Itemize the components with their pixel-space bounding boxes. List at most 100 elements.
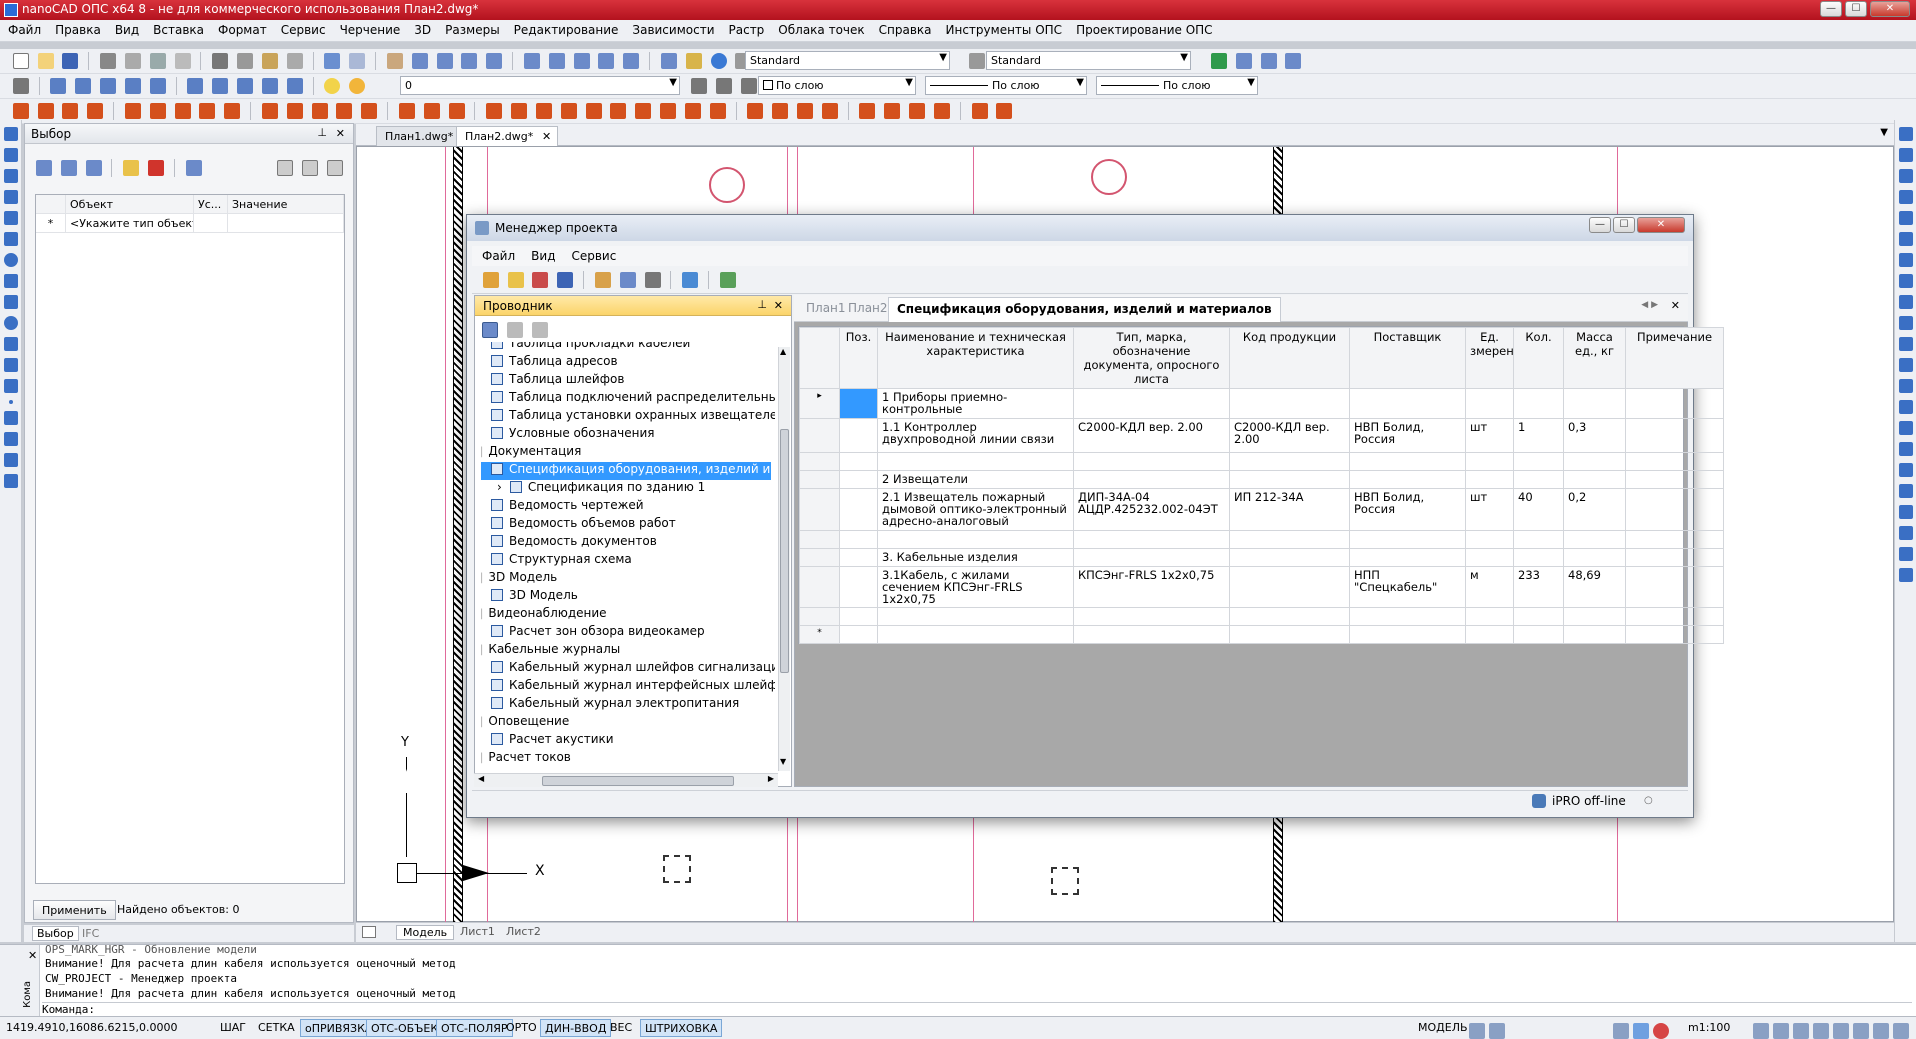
extend-icon[interactable]	[1898, 337, 1913, 351]
menu-item[interactable]: Вид	[107, 20, 145, 37]
move-down-icon[interactable]	[531, 322, 548, 338]
no-entry-icon[interactable]	[1653, 1023, 1669, 1039]
table-cell[interactable]: 0,2	[1563, 488, 1626, 531]
table-cell[interactable]	[1513, 470, 1564, 489]
scroll-thumb[interactable]	[542, 776, 734, 786]
report-icon[interactable]	[619, 272, 636, 288]
menu-item[interactable]: Формат	[210, 20, 273, 37]
tree-item[interactable]: │ Документация	[479, 444, 771, 462]
snap-icon-6[interactable]	[187, 78, 204, 94]
sheet-icon[interactable]	[623, 53, 640, 69]
lock-icon[interactable]	[1489, 1023, 1505, 1039]
ops-icon-4[interactable]	[1285, 53, 1302, 69]
tab-sheet1[interactable]: Лист1	[454, 925, 501, 938]
menu-item[interactable]: Черчение	[332, 20, 407, 37]
table-cell[interactable]: шт	[1465, 418, 1514, 453]
tree-item[interactable]: │ Оповещение	[479, 714, 771, 732]
tab-ifc[interactable]: IFC	[82, 927, 99, 940]
ops-tool-icon-6[interactable]	[610, 103, 627, 119]
redo-view-icon[interactable]	[1873, 1023, 1889, 1039]
tree-item[interactable]: │ Кабельные журналы	[479, 642, 771, 660]
table-cell[interactable]: 2.1 Извещатель пожарный дымовой оптико-э…	[877, 488, 1074, 531]
table-cell[interactable]	[839, 625, 878, 644]
menu-item[interactable]: 3D	[406, 20, 437, 37]
ops-tool-icon-15[interactable]	[859, 103, 876, 119]
redo-icon[interactable]	[349, 53, 366, 69]
tree-item[interactable]: Кабельный журнал шлейфов сигнализации	[481, 660, 775, 678]
delete-icon[interactable]	[148, 160, 165, 176]
circle-icon[interactable]	[3, 253, 18, 267]
move-up-icon[interactable]	[506, 322, 523, 338]
tree-item[interactable]: Ведомость объемов работ	[481, 516, 771, 534]
table-cell[interactable]	[839, 388, 878, 419]
table-cell[interactable]	[839, 548, 878, 567]
layer-tool-icon[interactable]	[12, 78, 29, 94]
ops-device-icon-2[interactable]	[37, 103, 54, 119]
table-cell[interactable]: С2000-КДЛ вер. 2.00	[1073, 418, 1230, 453]
table-cell[interactable]	[1625, 452, 1724, 471]
table-cell[interactable]	[1563, 625, 1626, 644]
layers-icon[interactable]	[598, 53, 615, 69]
table-cell[interactable]	[1625, 625, 1724, 644]
apply-button[interactable]: Применить	[33, 900, 116, 920]
point-icon[interactable]	[8, 400, 13, 404]
table-cell[interactable]	[1563, 388, 1626, 419]
tree-item[interactable]: │ Видеонаблюдение	[479, 606, 771, 624]
scroll-left-icon[interactable]: ◀	[478, 774, 484, 783]
menu-item[interactable]: Облака точек	[770, 20, 870, 37]
markup-icon[interactable]	[685, 53, 702, 69]
row-header[interactable]	[799, 470, 840, 489]
table-cell[interactable]	[1625, 418, 1724, 453]
table-row[interactable]: 1.1 Контроллер двухпроводной линии связи…	[799, 418, 1724, 453]
table-cell[interactable]	[1563, 470, 1626, 489]
column-header[interactable]: Масса ед., кг	[1563, 327, 1626, 389]
table-row[interactable]: *	[799, 625, 1724, 644]
dim-linear-icon[interactable]	[1898, 463, 1913, 477]
ops-device-icon-9[interactable]	[224, 103, 241, 119]
zoom-window-icon[interactable]	[436, 53, 453, 69]
detector-symbol[interactable]	[663, 855, 691, 883]
ops-icon-1[interactable]	[1211, 53, 1227, 69]
tree-item[interactable]: 3D Модель	[481, 588, 771, 606]
save-project-icon[interactable]	[557, 272, 574, 288]
table-cell[interactable]	[1465, 548, 1514, 567]
new-icon[interactable]	[12, 53, 29, 69]
expand-icon[interactable]: ›	[497, 480, 502, 494]
stretch-icon[interactable]	[1898, 295, 1913, 309]
ops-device-icon-11[interactable]	[286, 103, 303, 119]
dim-radius-icon[interactable]	[1898, 505, 1913, 519]
break-icon[interactable]	[1898, 358, 1913, 372]
table-cell[interactable]: 0,3	[1563, 418, 1626, 453]
tab-sheet2[interactable]: Лист2	[500, 925, 547, 938]
mode-add-icon[interactable]	[277, 160, 294, 176]
ops-tool-icon-4[interactable]	[560, 103, 577, 119]
table-cell[interactable]	[1625, 548, 1724, 567]
ops-tool-icon-7[interactable]	[635, 103, 652, 119]
pan-icon[interactable]	[386, 53, 403, 69]
table-cell[interactable]: 233	[1513, 566, 1564, 608]
table-row[interactable]: 3. Кабельные изделия	[799, 548, 1724, 567]
ops-tool-icon-17[interactable]	[909, 103, 926, 119]
move-icon[interactable]	[1898, 232, 1913, 246]
table-cell[interactable]	[1349, 388, 1466, 419]
row-header[interactable]	[799, 548, 840, 567]
tool-palette-icon[interactable]	[573, 53, 590, 69]
table-cell[interactable]	[1349, 530, 1466, 549]
table-cell[interactable]	[1513, 625, 1564, 644]
table-row[interactable]	[799, 452, 1724, 471]
ellipse-icon[interactable]	[3, 316, 18, 330]
detector-symbol[interactable]	[1091, 159, 1127, 195]
status-toggle[interactable]: ШАГ	[216, 1019, 250, 1037]
table-cell[interactable]	[1563, 607, 1626, 626]
ops-tool-icon-11[interactable]	[747, 103, 764, 119]
layer-match-icon[interactable]	[715, 78, 732, 94]
publish-icon[interactable]	[174, 53, 191, 69]
table-cell[interactable]	[1073, 625, 1230, 644]
ops-tool-icon-12[interactable]	[772, 103, 789, 119]
close-icon[interactable]: ✕	[774, 299, 783, 312]
table-cell[interactable]	[877, 530, 1074, 549]
table-cell[interactable]	[1625, 470, 1724, 489]
snap-icon-7[interactable]	[212, 78, 229, 94]
dim-aligned-icon[interactable]	[1898, 484, 1913, 498]
ops-tool-icon-20[interactable]	[996, 103, 1013, 119]
